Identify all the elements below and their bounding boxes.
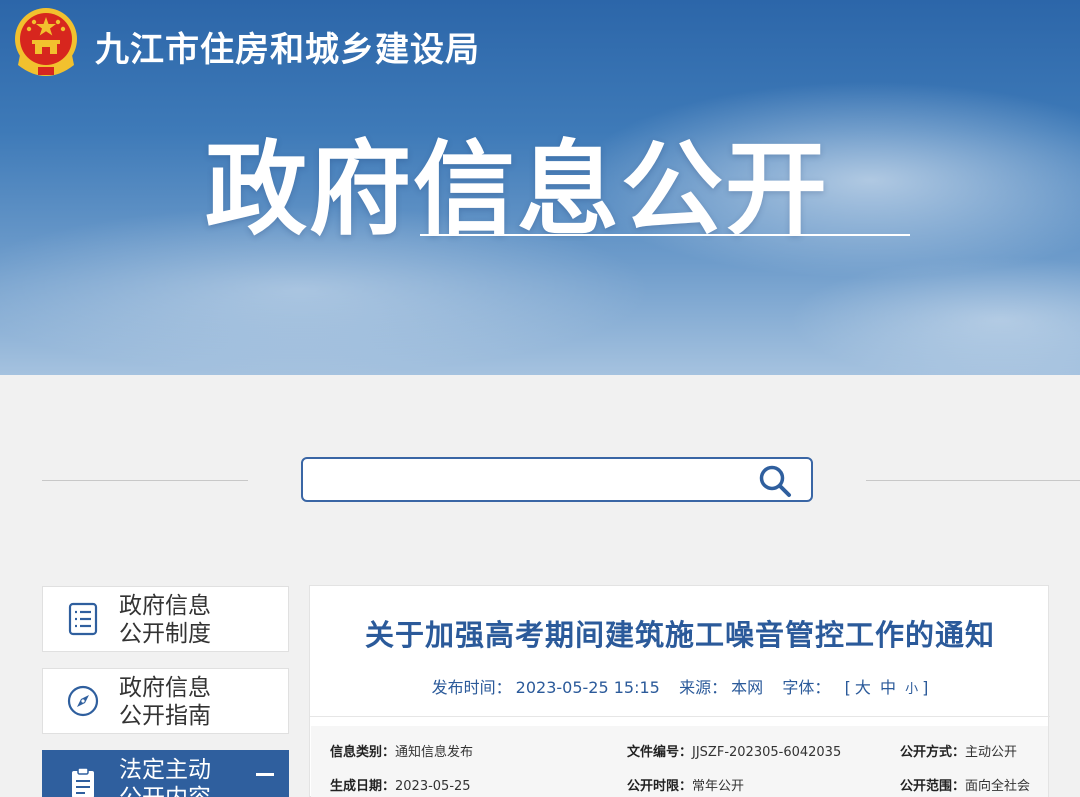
source-value: 本网: [731, 678, 764, 697]
org-name: 九江市住房和城乡建设局: [95, 30, 480, 70]
national-emblem-icon: [15, 8, 77, 76]
search-box: [301, 457, 813, 502]
info-open-scope: 公开范围：面向全社会: [900, 779, 1031, 794]
publish-label: 发布时间：: [431, 678, 512, 697]
search-divider-left: [42, 480, 248, 481]
search-icon[interactable]: [757, 463, 793, 499]
collapse-minus-icon[interactable]: [256, 773, 274, 776]
article-title: 关于加强高考期间建筑施工噪音管控工作的通知: [364, 618, 995, 652]
hero-underline: [420, 234, 910, 236]
article-meta: 发布时间： 2023-05-25 15:15 来源： 本网 字体： [大 中 小]: [310, 674, 1050, 698]
list-document-icon: [68, 602, 98, 636]
font-size-small-button[interactable]: 小: [905, 682, 918, 697]
publish-time: 2023-05-25 15:15: [515, 678, 660, 697]
info-open-period: 公开时限：常年公开: [627, 779, 745, 794]
search-divider-right: [866, 480, 1080, 481]
info-open-method: 公开方式：主动公开: [900, 745, 1018, 760]
info-created-date: 生成日期：2023-05-25: [330, 779, 471, 794]
font-size-medium-button[interactable]: 中: [880, 678, 896, 697]
header-banner: 九江市住房和城乡建设局 政府信息公开: [0, 0, 1080, 375]
font-bracket-close: ]: [922, 678, 929, 697]
article-divider: [310, 716, 1050, 717]
font-size-label: 字体：: [782, 678, 831, 697]
sidebar-item-label: 政府信息 公开制度: [119, 593, 211, 647]
sidebar-item-disclosure-guide[interactable]: 政府信息 公开指南: [42, 668, 289, 734]
sidebar-item-label: 政府信息 公开指南: [119, 675, 211, 729]
source-label: 来源：: [679, 678, 728, 697]
sidebar-item-statutory-content[interactable]: 法定主动 公开内容: [42, 750, 289, 797]
font-bracket-open: [: [844, 678, 851, 697]
clipboard-icon: [72, 767, 94, 797]
info-doc-no: 文件编号：JJSZF-202305-6042035: [627, 745, 842, 760]
main-content: 政府信息 公开制度 政府信息 公开指南 法定主动 公开内容 关于加强高考: [5, 375, 1080, 797]
article-panel: 关于加强高考期间建筑施工噪音管控工作的通知 发布时间： 2023-05-25 15…: [309, 585, 1050, 797]
sidebar-item-disclosure-system[interactable]: 政府信息 公开制度: [42, 586, 289, 652]
search-input[interactable]: [311, 465, 741, 495]
info-category: 信息类别：通知信息发布: [330, 745, 474, 760]
sidebar-item-label: 法定主动 公开内容: [119, 757, 211, 797]
info-table: 信息类别：通知信息发布 文件编号：JJSZF-202305-6042035 公开…: [311, 726, 1048, 797]
hero-title: 政府信息公开: [205, 131, 829, 250]
compass-icon: [67, 685, 99, 717]
font-size-large-button[interactable]: 大: [855, 678, 871, 697]
